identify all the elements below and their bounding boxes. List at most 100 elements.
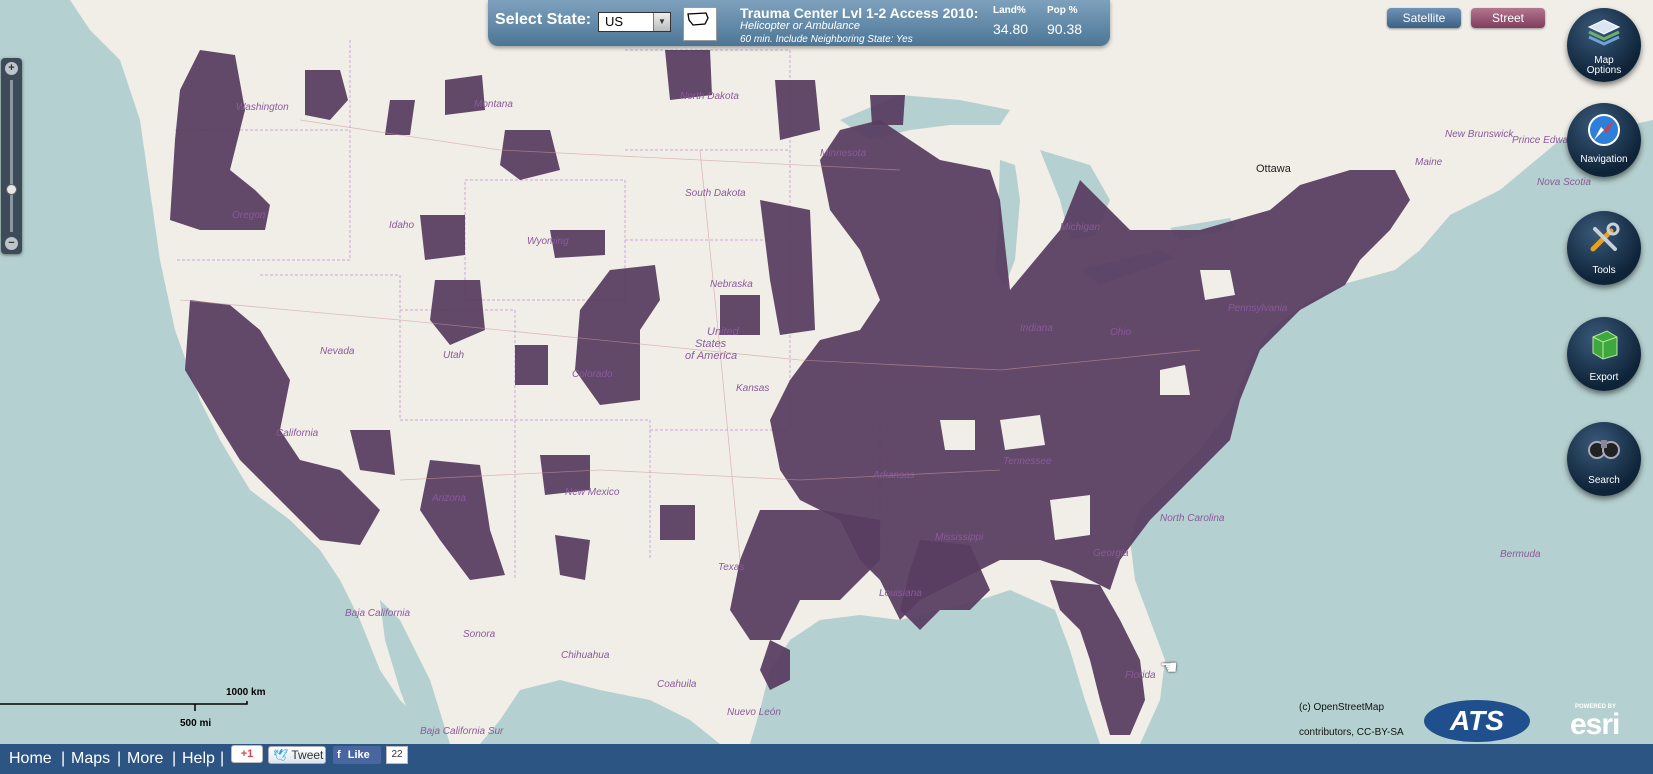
draw-shape-button[interactable] — [683, 7, 717, 41]
land-percent-value: 34.80 — [993, 21, 1029, 37]
twitter-bird-icon: 🕊 — [273, 748, 289, 762]
info-panel: Select State: US ▼ Trauma Center Lvl 1-2… — [488, 0, 1110, 46]
pop-percent-label: Pop % — [1047, 5, 1078, 16]
label-sonora: Sonora — [463, 629, 496, 640]
help-link[interactable]: Help — [182, 750, 215, 768]
zoom-track[interactable] — [10, 80, 13, 232]
scale-mi-label: 500 mi — [180, 718, 212, 729]
label-indiana: Indiana — [1020, 323, 1053, 334]
export-button[interactable]: Export — [1567, 317, 1641, 391]
label-north-carolina: North Carolina — [1160, 513, 1225, 524]
label-nova-scotia: Nova Scotia — [1537, 177, 1591, 188]
label-ottawa: Ottawa — [1256, 163, 1291, 175]
google-plus-button[interactable]: +1 — [231, 745, 263, 763]
label-kansas: Kansas — [736, 383, 770, 394]
scale-bar — [0, 701, 248, 711]
label-united: United — [707, 326, 739, 338]
esri-logo: esri — [1570, 708, 1620, 741]
label-georgia: Georgia — [1093, 548, 1129, 559]
navigation-label: Navigation — [1580, 154, 1628, 165]
label-florida: Florida — [1125, 670, 1156, 681]
label-maine: Maine — [1415, 157, 1443, 168]
search-label: Search — [1588, 475, 1620, 486]
attribution-line-2: contributors, CC-BY-SA — [1299, 727, 1404, 738]
label-colorado: Colorado — [572, 369, 613, 380]
state-select[interactable]: US ▼ — [598, 12, 671, 32]
label-baja-california-sur: Baja California Sur — [420, 726, 504, 737]
label-utah: Utah — [443, 350, 465, 361]
binoculars-icon — [1588, 440, 1620, 459]
pop-percent-value: 90.38 — [1047, 21, 1083, 37]
layer-title: Trauma Center Lvl 1-2 Access 2010: — [740, 5, 979, 21]
state-select-value: US — [605, 14, 624, 29]
satellite-button[interactable]: Satellite — [1387, 8, 1461, 28]
layer-subtitle-2: 60 min. Include Neighboring State: Yes — [740, 34, 913, 45]
label-ohio: Ohio — [1110, 327, 1132, 338]
shape-icon — [687, 12, 709, 26]
maps-link[interactable]: Maps — [71, 750, 110, 768]
attribution-line-1: (c) OpenStreetMap — [1299, 702, 1385, 713]
more-link[interactable]: More — [127, 750, 163, 768]
like-label: Like — [347, 749, 370, 761]
map-options-button[interactable]: Map Options — [1567, 8, 1641, 82]
label-new-mexico: New Mexico — [565, 487, 620, 498]
label-washington: Washington — [236, 102, 289, 113]
label-wyoming: Wyoming — [527, 236, 569, 247]
label-bermuda: Bermuda — [1500, 549, 1541, 560]
facebook-icon: f — [337, 749, 341, 761]
navigation-button[interactable]: Navigation — [1567, 103, 1641, 177]
export-label: Export — [1589, 372, 1619, 383]
label-nuevo-leon: Nuevo León — [727, 707, 781, 718]
zoom-in-button[interactable]: + — [5, 62, 18, 75]
label-california: California — [276, 428, 319, 439]
zoom-handle[interactable] — [6, 184, 17, 195]
label-nevada: Nevada — [320, 346, 355, 357]
ats-logo: ATS — [1424, 700, 1530, 742]
label-arizona: Arizona — [432, 493, 466, 504]
label-mississippi: Mississippi — [935, 532, 984, 543]
tweet-label: Tweet — [291, 748, 324, 762]
zoom-slider[interactable]: + − — [1, 58, 22, 254]
compass-icon — [1588, 114, 1620, 146]
tools-button[interactable]: Tools — [1567, 211, 1641, 285]
zoom-out-button[interactable]: − — [5, 237, 18, 250]
label-minnesota: Minnesota — [820, 148, 867, 159]
label-oregon: Oregon — [232, 210, 266, 221]
home-link[interactable]: Home — [9, 750, 52, 768]
label-chihuahua: Chihuahua — [561, 650, 610, 661]
label-new-brunswick: New Brunswick — [1445, 129, 1514, 140]
chevron-down-icon[interactable]: ▼ — [653, 13, 670, 31]
layer-subtitle-1: Helicopter or Ambulance — [740, 20, 861, 32]
label-arkansas: Arkansas — [873, 470, 915, 481]
like-count: 22 — [386, 746, 408, 764]
label-south-dakota: South Dakota — [685, 188, 746, 199]
label-tennessee: Tennessee — [1003, 456, 1052, 467]
label-baja-california: Baja California — [345, 608, 411, 619]
search-button[interactable]: Search — [1567, 422, 1641, 496]
label-coahuila: Coahuila — [657, 679, 697, 690]
tweet-button[interactable]: 🕊 Tweet — [268, 746, 326, 764]
export-box-icon — [1592, 330, 1618, 360]
label-pennsylvania: Pennsylvania — [1228, 303, 1288, 314]
label-north-dakota: North Dakota — [680, 91, 739, 102]
map-options-label-2: Options — [1586, 65, 1622, 76]
label-michigan: Michigan — [1060, 222, 1101, 233]
facebook-like-button[interactable]: f Like — [333, 746, 381, 764]
separator: | — [61, 750, 66, 767]
street-button[interactable]: Street — [1471, 8, 1545, 28]
label-louisiana: Louisiana — [879, 588, 922, 599]
separator: | — [172, 750, 177, 767]
label-of-america: of America — [685, 350, 738, 362]
layers-icon — [1587, 19, 1621, 46]
scale-km-label: 1000 km — [226, 687, 266, 698]
tools-label: Tools — [1592, 265, 1616, 276]
gplus-label: +1 — [240, 748, 254, 760]
label-states: States — [695, 338, 727, 350]
label-texas: Texas — [718, 562, 745, 573]
land-percent-label: Land% — [993, 5, 1026, 16]
label-montana: Montana — [474, 99, 513, 110]
map-canvas[interactable]: Washington Montana North Dakota South Da… — [0, 0, 1653, 744]
wrench-icon — [1590, 222, 1620, 252]
separator: | — [117, 750, 122, 767]
label-nebraska: Nebraska — [710, 279, 753, 290]
